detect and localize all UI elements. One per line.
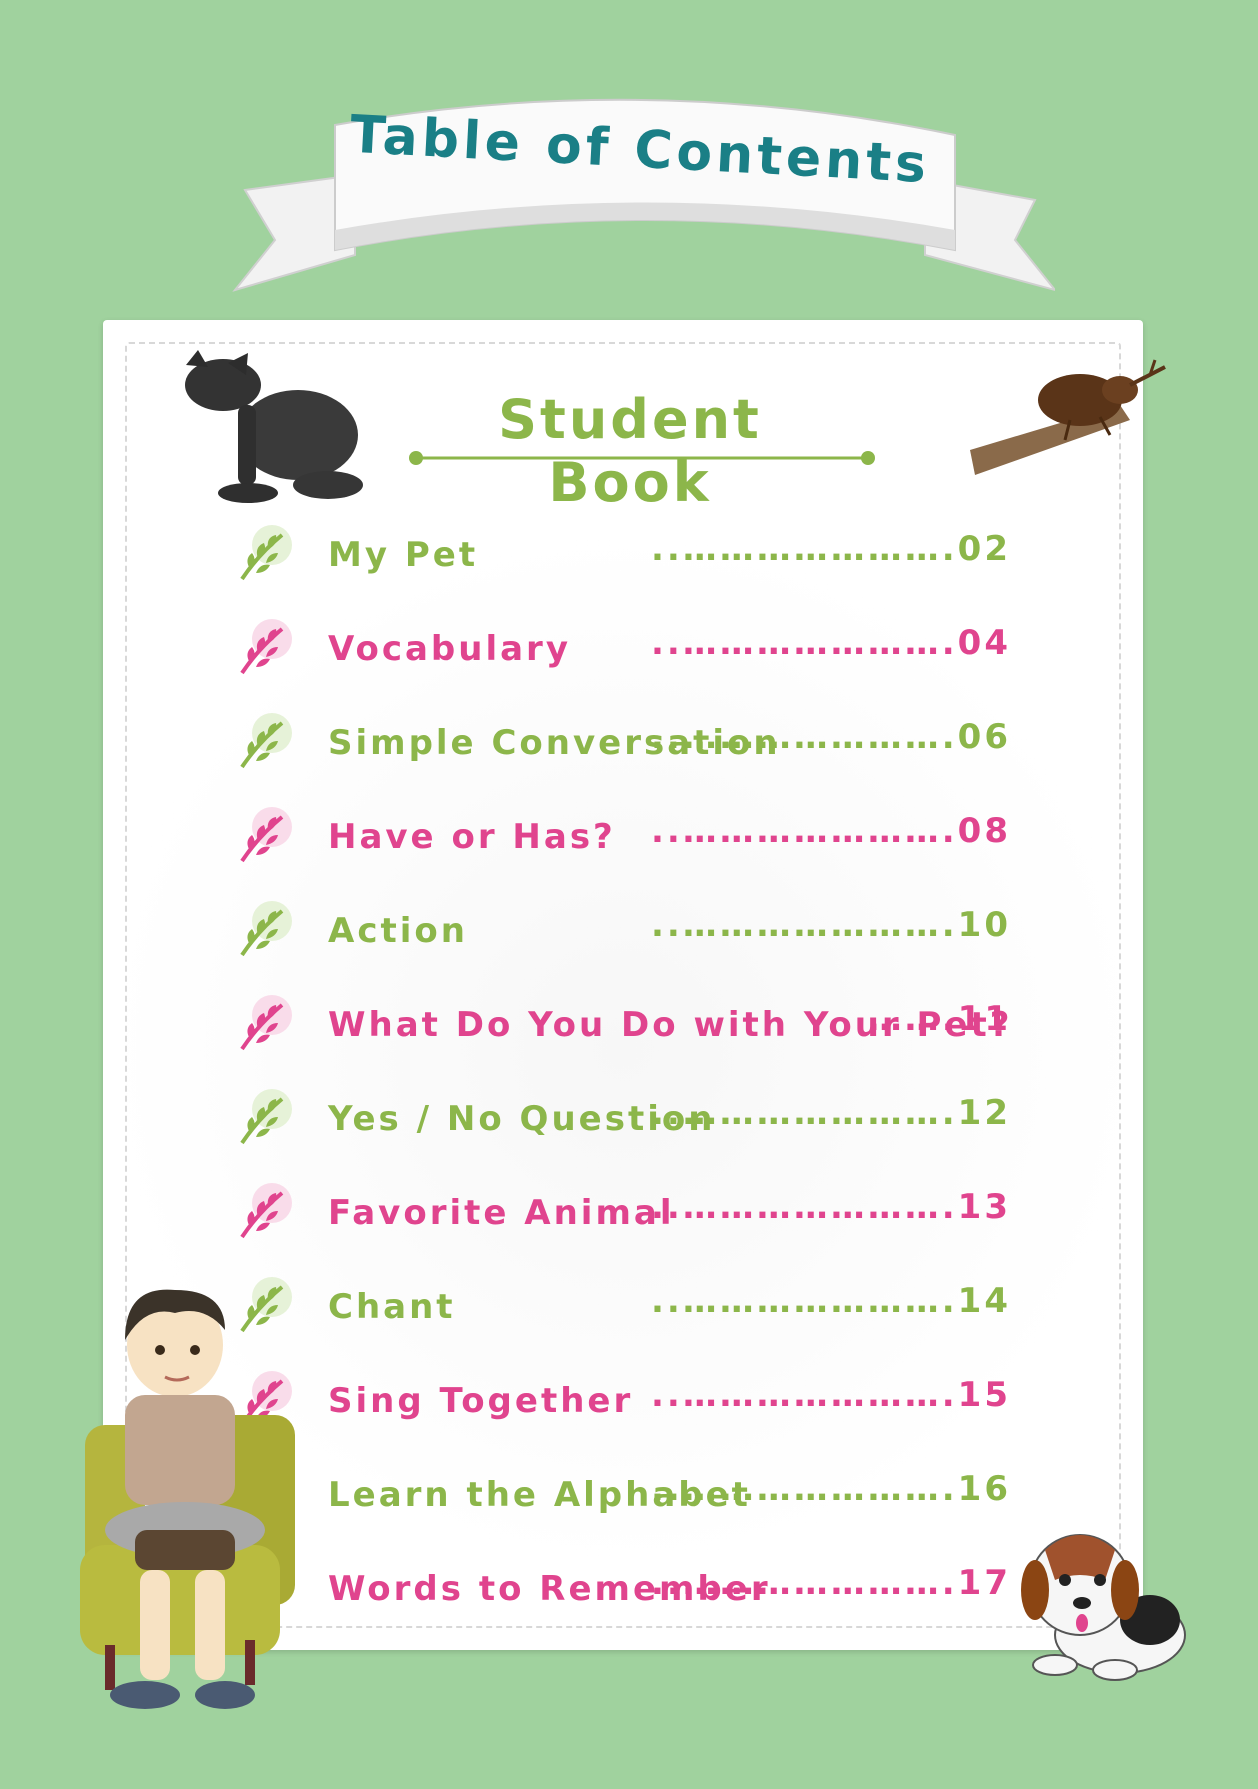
toc-item-label: Have or Has? [328,817,616,857]
toc-item[interactable]: What Do You Do with Your Pet? …….11 [236,995,1026,1055]
leaf-icon [240,807,292,863]
toc-item[interactable]: Yes / No Question ..………………….12 [236,1089,1026,1149]
toc-item-page: ..………………….06 [650,717,1011,757]
toc-item-page: ..………………….16 [650,1469,1011,1509]
toc-item-label: My Pet [328,535,479,575]
toc-item[interactable]: Have or Has? ..………………….08 [236,807,1026,867]
toc-item-label: Favorite Animal [328,1193,675,1233]
toc-item-label: Action [328,911,468,951]
toc-item-page: ..………………….14 [650,1281,1011,1321]
leaf-icon [240,619,292,675]
leaf-icon [240,1183,292,1239]
toc-item[interactable]: Favorite Animal ..………………….13 [236,1183,1026,1243]
toc-item[interactable]: Learn the Alphabet ..………………….16 [236,1465,1026,1525]
toc-item[interactable]: Words to Remember ..………………….17 [236,1559,1026,1619]
toc-item-page: …….11 [867,999,1011,1039]
toc-item[interactable]: Vocabulary ..………………….04 [236,619,1026,679]
toc-item[interactable]: Action ..………………….10 [236,901,1026,961]
puppy-illustration [1021,1534,1186,1681]
toc-item-page: ..………………….13 [650,1187,1011,1227]
toc-item-page: ..………………….08 [650,811,1011,851]
toc-item[interactable]: Simple Conversation ..………………….06 [236,713,1026,773]
leaf-icon [240,713,292,769]
toc-item-page: ..………………….04 [650,623,1011,663]
toc-item-page: ..………………….15 [650,1375,1011,1415]
leaf-icon [240,1089,292,1145]
toc-item-label: Sing Together [328,1381,634,1421]
leaf-icon [240,525,292,581]
toc-item-page: ..………………….12 [650,1093,1011,1133]
leaf-icon [240,995,292,1051]
toc-item-page: ..………………….02 [650,529,1011,569]
boy-illustration [80,1289,295,1709]
toc-item[interactable]: Chant ..………………….14 [236,1277,1026,1337]
toc-item[interactable]: Sing Together ..………………….15 [236,1371,1026,1431]
toc-item[interactable]: My Pet ..………………….02 [236,525,1026,585]
leaf-icon [240,901,292,957]
toc-item-label: Chant [328,1287,456,1327]
toc-item-page: ..………………….10 [650,905,1011,945]
toc-item-page: ..………………….17 [650,1563,1011,1603]
toc-item-label: Vocabulary [328,629,571,669]
